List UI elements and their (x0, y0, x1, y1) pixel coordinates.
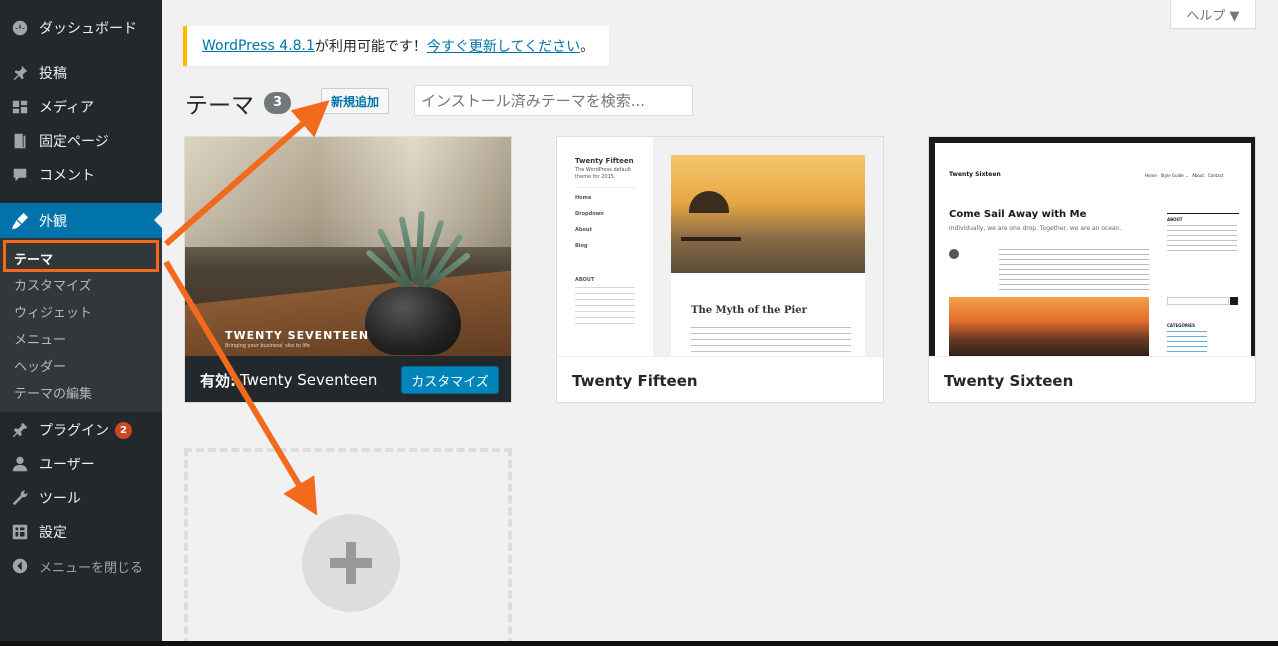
customize-button[interactable]: カスタマイズ (401, 366, 499, 394)
menu-label: ユーザー (39, 457, 95, 473)
menu-users[interactable]: ユーザー (0, 447, 162, 481)
menu-label: コメント (39, 168, 95, 184)
wordpress-version-link[interactable]: WordPress 4.8.1 (202, 38, 315, 54)
add-new-theme-button[interactable]: 新規追加 (321, 88, 389, 114)
menu-comments[interactable]: コメント (0, 158, 162, 192)
add-new-theme-card[interactable] (184, 448, 512, 646)
active-label: 有効: (200, 371, 236, 390)
notice-text: が利用可能です！ (314, 39, 427, 55)
user-icon (10, 454, 30, 474)
menu-label: 設定 (39, 525, 67, 541)
site-title: Twenty Fifteen (575, 157, 634, 165)
menu-settings[interactable]: 設定 (0, 515, 162, 549)
submenu-theme-editor[interactable]: テーマの編集 (14, 383, 92, 402)
submenu-menus[interactable]: メニュー (14, 329, 66, 348)
post-subtitle: Individually, we are one drop. Together,… (949, 225, 1122, 232)
themes-highlight-box (3, 240, 159, 272)
theme-search-input[interactable] (414, 85, 693, 116)
menu-label: ダッシュボード (39, 21, 137, 37)
menu-label: 投稿 (39, 66, 67, 82)
menu-posts[interactable]: 投稿 (0, 56, 162, 90)
settings-icon (10, 522, 30, 542)
theme-name: Twenty Seventeen (240, 371, 378, 389)
post-title: The Myth of the Pier (691, 305, 807, 316)
theme-name: Twenty Fifteen (557, 356, 883, 402)
menu-label: プラグイン (39, 423, 109, 439)
wrench-icon (10, 488, 30, 508)
menu-label: 外観 (39, 213, 67, 230)
collapse-icon (10, 556, 30, 576)
plus-icon (302, 514, 400, 612)
update-notice: WordPress 4.8.1 が利用可能です！ 今すぐ更新してください 。 (183, 26, 609, 66)
menu-label: 固定ページ (39, 134, 109, 150)
menu-media[interactable]: メディア (0, 90, 162, 124)
plugin-update-badge: 2 (115, 421, 132, 439)
post-title: Come Sail Away with Me (949, 209, 1087, 220)
site-title: Twenty Sixteen (949, 171, 1001, 178)
theme-screenshot: TWENTY SEVENTEEN Bringing your business'… (185, 137, 511, 356)
menu-pages[interactable]: 固定ページ (0, 124, 162, 158)
pin-icon (10, 63, 30, 83)
help-tab-button[interactable]: ヘルプ ▼ (1170, 0, 1256, 29)
admin-sidebar: ダッシュボード 投稿 メディア 固定ページ コメント 外観 テーマ カスタマイズ… (0, 0, 162, 646)
media-icon (10, 97, 30, 117)
theme-screenshot: Twenty Fifteen The WordPress default the… (557, 137, 883, 356)
page-title-text: テーマ (185, 93, 254, 119)
theme-card-twenty-sixteen[interactable]: Twenty Sixteen Home Style Guide ⌄ About … (928, 136, 1256, 403)
menu-label: メニューを閉じる (39, 560, 144, 576)
menu-plugins[interactable]: プラグイン 2 (0, 413, 162, 447)
menu-label: ツール (39, 491, 81, 507)
menu-appearance[interactable]: 外観 (0, 203, 162, 238)
theme-screenshot: Twenty Sixteen Home Style Guide ⌄ About … (929, 137, 1255, 356)
theme-name: Twenty Sixteen (929, 356, 1255, 402)
menu-collapse[interactable]: メニューを閉じる (0, 549, 162, 583)
page-title: テーマ 3 (185, 86, 291, 120)
menu-dashboard[interactable]: ダッシュボード (0, 11, 162, 45)
brush-icon (10, 211, 30, 231)
notice-end: 。 (580, 39, 595, 55)
plugin-icon (10, 420, 30, 440)
theme-card-twenty-fifteen[interactable]: Twenty Fifteen The WordPress default the… (556, 136, 884, 403)
theme-tagline: Bringing your business' site to life (225, 343, 310, 349)
submenu-header[interactable]: ヘッダー (14, 356, 66, 375)
theme-count-badge: 3 (264, 92, 291, 114)
menu-label: メディア (39, 100, 95, 116)
theme-card-twenty-seventeen[interactable]: TWENTY SEVENTEEN Bringing your business'… (184, 136, 512, 403)
menu-tools[interactable]: ツール (0, 481, 162, 515)
update-now-link[interactable]: 今すぐ更新してください (427, 36, 580, 56)
page-icon (10, 131, 30, 151)
comment-icon (10, 165, 30, 185)
bottom-edge (0, 641, 1278, 646)
submenu-customize[interactable]: カスタマイズ (14, 275, 92, 294)
submenu-widgets[interactable]: ウィジェット (14, 302, 92, 321)
dashboard-icon (10, 18, 30, 38)
theme-caption: TWENTY SEVENTEEN (225, 329, 370, 342)
